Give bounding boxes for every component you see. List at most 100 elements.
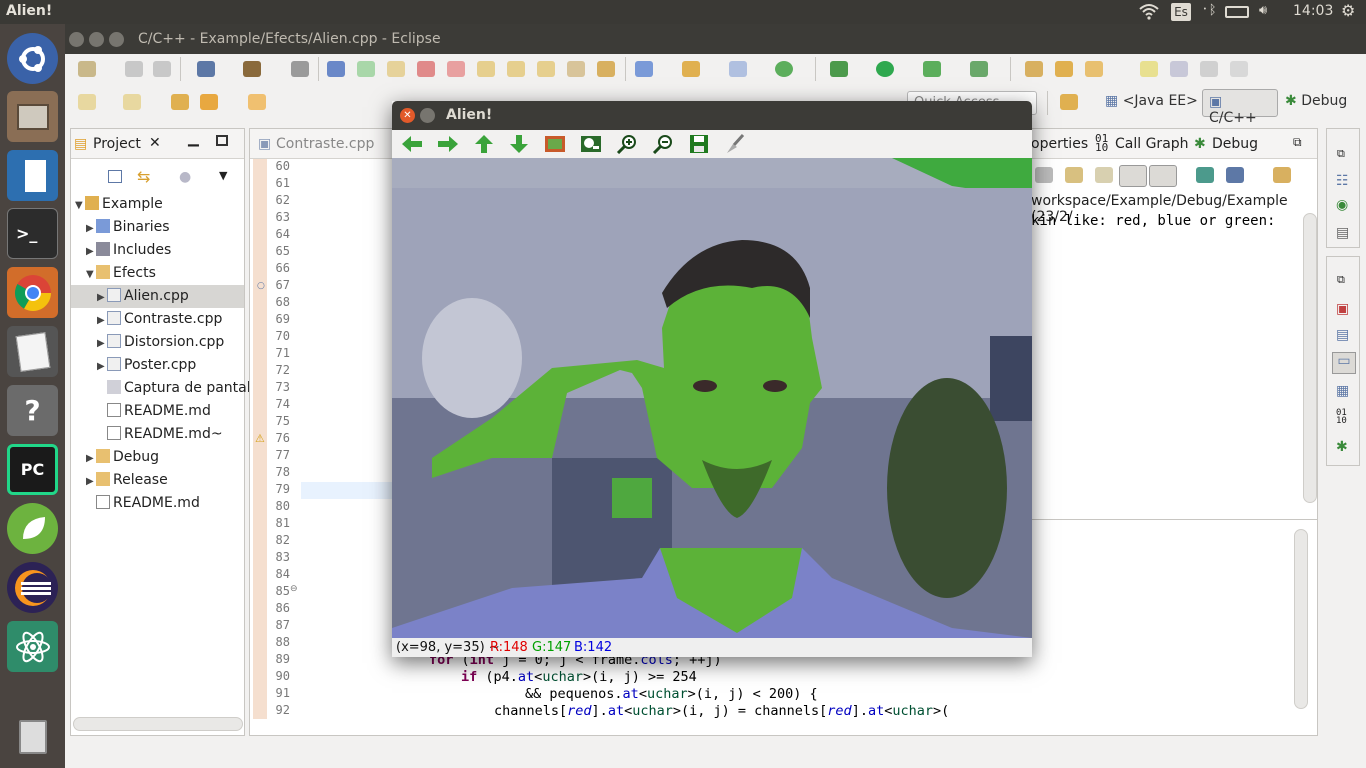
remove-launch-icon[interactable] bbox=[1035, 167, 1053, 183]
disassembly-icon[interactable]: 01 10 bbox=[1336, 409, 1347, 426]
collapsed-arrow-icon[interactable]: ▶ bbox=[97, 361, 107, 372]
expanded-arrow-icon[interactable]: ▼ bbox=[86, 269, 96, 280]
instruction-step-icon[interactable] bbox=[597, 61, 615, 77]
tree-item[interactable]: Captura de pantall bbox=[71, 377, 255, 400]
clear-console-icon[interactable] bbox=[1065, 167, 1083, 183]
files-icon[interactable] bbox=[7, 91, 58, 142]
tasks-icon[interactable]: ▤ bbox=[1336, 225, 1349, 241]
maximize-view-icon[interactable] bbox=[216, 135, 228, 146]
problems-icon[interactable]: ▣ bbox=[1336, 301, 1349, 317]
tree-item[interactable]: ▶ Contraste.cpp bbox=[71, 308, 244, 331]
text-editor-icon[interactable] bbox=[7, 326, 58, 377]
view-menu-icon[interactable]: ▼ bbox=[219, 169, 227, 182]
eclipse-icon[interactable] bbox=[7, 562, 58, 613]
run-icon[interactable] bbox=[876, 61, 894, 77]
editor-tab-contraste[interactable]: Contraste.cpp bbox=[276, 136, 374, 152]
link-editor-icon[interactable]: ⇆ bbox=[137, 167, 150, 186]
new-icon[interactable] bbox=[78, 61, 96, 77]
restore-icon[interactable]: ⧉ bbox=[1337, 147, 1345, 161]
tree-item[interactable]: README.md bbox=[71, 492, 244, 515]
tree-item[interactable]: ▶ Poster.cpp bbox=[71, 354, 244, 377]
close-window-icon[interactable]: ✕ bbox=[400, 108, 415, 123]
open-element-icon[interactable] bbox=[1055, 61, 1073, 77]
collapsed-arrow-icon[interactable]: ▶ bbox=[86, 453, 96, 464]
help-icon[interactable]: ? bbox=[7, 385, 58, 436]
console-scrollbar[interactable] bbox=[1303, 213, 1317, 503]
drop-to-frame-icon[interactable] bbox=[567, 61, 585, 77]
debug-view-icon[interactable]: ✱ bbox=[1336, 439, 1348, 455]
zoom-fit-icon[interactable] bbox=[543, 134, 567, 154]
highlight-icon[interactable] bbox=[1140, 61, 1158, 77]
terminate-icon[interactable] bbox=[417, 61, 435, 77]
pan-up-icon[interactable] bbox=[472, 134, 496, 154]
tab-call-graph[interactable]: Call Graph bbox=[1115, 136, 1189, 152]
collapsed-arrow-icon[interactable]: ▶ bbox=[97, 292, 107, 303]
perspective-cpp[interactable]: ▣ C/C++ bbox=[1202, 89, 1278, 126]
build-config-icon[interactable] bbox=[197, 61, 215, 77]
show-stdout-icon[interactable] bbox=[1119, 165, 1147, 187]
step-over-icon[interactable] bbox=[507, 61, 525, 77]
memory-icon[interactable]: ▦ bbox=[1336, 383, 1349, 399]
next-annotation-icon[interactable] bbox=[78, 94, 96, 110]
filter-icon[interactable]: ● bbox=[179, 169, 191, 185]
outline-icon[interactable]: ☷ bbox=[1336, 173, 1349, 189]
minimize-window-icon[interactable] bbox=[420, 108, 435, 123]
tree-item[interactable]: ▼ Efects bbox=[71, 262, 244, 285]
save-all-icon[interactable] bbox=[153, 61, 171, 77]
webcam-image[interactable] bbox=[392, 158, 1032, 638]
maximize-icon[interactable] bbox=[109, 32, 124, 47]
wifi-icon[interactable] bbox=[1138, 2, 1160, 24]
step-into-icon[interactable] bbox=[477, 61, 495, 77]
trash-icon[interactable] bbox=[7, 711, 58, 762]
tree-item[interactable]: ▶ Release bbox=[71, 469, 244, 492]
horizontal-scrollbar[interactable] bbox=[73, 717, 243, 731]
restore-bottom-icon[interactable]: ⧉ bbox=[1337, 273, 1345, 287]
binary-icon[interactable] bbox=[291, 61, 309, 77]
disconnect-icon[interactable] bbox=[447, 61, 465, 77]
prev-annotation-icon[interactable] bbox=[123, 94, 141, 110]
collapsed-arrow-icon[interactable]: ▶ bbox=[86, 223, 96, 234]
zoom-in-icon[interactable] bbox=[615, 134, 639, 154]
atom-icon[interactable] bbox=[7, 621, 58, 672]
code-line-92[interactable]: channels[red].at<uchar>(i, j) = channels… bbox=[494, 703, 949, 719]
minimize-icon[interactable] bbox=[89, 32, 104, 47]
tree-item[interactable]: README.md~ bbox=[71, 423, 244, 446]
open-type-icon[interactable] bbox=[1025, 61, 1043, 77]
tree-item[interactable]: README.md bbox=[71, 400, 244, 423]
bluetooth-icon[interactable]: ᛫ᛒ bbox=[1201, 3, 1217, 18]
ubuntu-dash-icon[interactable] bbox=[7, 33, 58, 84]
volume-icon[interactable]: 🔊︎ bbox=[1259, 3, 1267, 18]
terminal-icon[interactable]: >_ bbox=[7, 208, 58, 259]
expanded-arrow-icon[interactable]: ▼ bbox=[75, 200, 85, 211]
step-return-icon[interactable] bbox=[537, 61, 555, 77]
toggle-icon[interactable] bbox=[1200, 61, 1218, 77]
collapse-all-icon[interactable] bbox=[108, 170, 122, 183]
project-tab[interactable]: Project bbox=[93, 136, 141, 152]
pan-right-icon[interactable] bbox=[436, 134, 460, 154]
pycharm-icon[interactable]: PC bbox=[7, 444, 58, 495]
console-view-icon[interactable]: ▭ bbox=[1332, 352, 1356, 374]
battery-icon[interactable] bbox=[1225, 6, 1249, 18]
new-class-icon[interactable] bbox=[729, 61, 747, 77]
tree-item[interactable]: ▶ Binaries bbox=[71, 216, 244, 239]
tree-item[interactable]: ▶ Includes bbox=[71, 239, 244, 262]
properties-view-icon[interactable]: ▤ bbox=[1336, 327, 1349, 343]
annotation-icon[interactable] bbox=[1170, 61, 1188, 77]
include-browser-icon[interactable]: ◉ bbox=[1336, 197, 1348, 213]
paragraph-icon[interactable] bbox=[1230, 61, 1248, 77]
tab-debug[interactable]: Debug bbox=[1212, 136, 1258, 152]
new-project-icon[interactable] bbox=[635, 61, 653, 77]
save-image-icon[interactable] bbox=[687, 134, 711, 154]
tree-item[interactable]: ▶ Alien.cpp bbox=[71, 285, 244, 308]
vertical-scrollbar[interactable] bbox=[1294, 529, 1308, 709]
tree-item[interactable]: ▶ Debug bbox=[71, 446, 244, 469]
build-icon[interactable] bbox=[243, 61, 261, 77]
tab-properties[interactable]: operties bbox=[1031, 136, 1088, 152]
perspective-debug[interactable]: ✱ Debug bbox=[1285, 93, 1347, 109]
save-icon[interactable] bbox=[125, 61, 143, 77]
tree-item[interactable]: ▼ Example bbox=[71, 193, 244, 216]
resume-icon[interactable] bbox=[357, 61, 375, 77]
pan-left-icon[interactable] bbox=[400, 134, 424, 154]
keyboard-layout-indicator[interactable]: Es bbox=[1171, 3, 1191, 21]
perspective-java-ee[interactable]: ▦ <Java EE> bbox=[1105, 93, 1198, 109]
